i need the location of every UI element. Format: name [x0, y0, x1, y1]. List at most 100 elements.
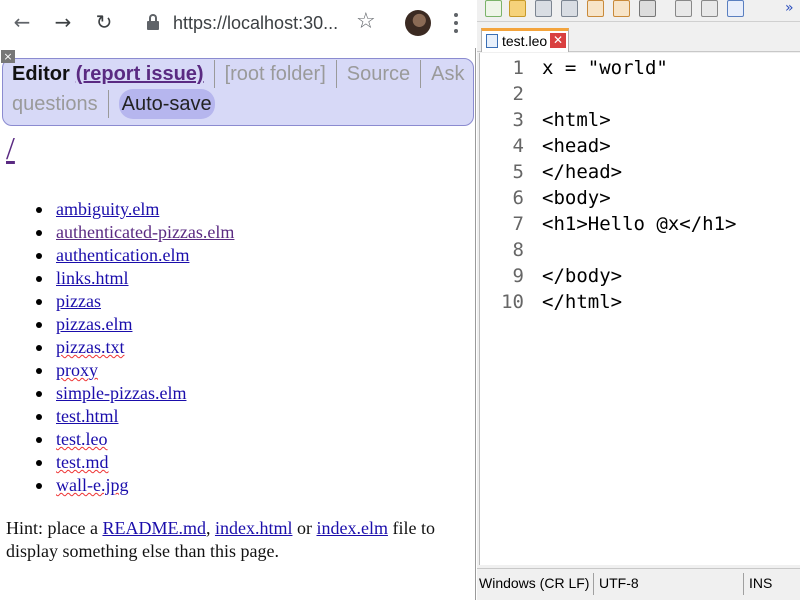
- menu-dots-icon[interactable]: [448, 10, 464, 36]
- print-icon[interactable]: [639, 0, 656, 17]
- report-issue-link[interactable]: (report issue): [76, 59, 204, 89]
- list-item: test.leo: [36, 428, 234, 451]
- index-html-link[interactable]: index.html: [215, 518, 293, 538]
- file-list: ambiguity.elm authenticated-pizzas.elm a…: [36, 198, 234, 497]
- list-item: links.html: [36, 267, 234, 290]
- line-number: 2: [512, 83, 524, 105]
- toolbar-overflow-icon[interactable]: »: [785, 0, 794, 16]
- list-item: authentication.elm: [36, 244, 234, 267]
- ask-questions-button[interactable]: Ask: [431, 59, 464, 89]
- file-link[interactable]: pizzas.elm: [56, 314, 132, 334]
- insert-mode-status[interactable]: INS: [749, 569, 772, 597]
- list-item: pizzas: [36, 290, 234, 313]
- line-number: 4: [512, 135, 524, 157]
- editor-title: Editor: [12, 63, 70, 85]
- separator: [335, 60, 337, 88]
- close-panel-icon[interactable]: ×: [1, 50, 15, 63]
- line-text: </head>: [542, 161, 623, 183]
- line-number: 5: [512, 161, 524, 183]
- tab-strip: test.leo ✕: [477, 22, 800, 52]
- separator: [213, 60, 215, 88]
- line-number: 1: [512, 57, 524, 79]
- file-link[interactable]: pizzas.txt: [56, 337, 124, 357]
- file-link[interactable]: pizzas: [56, 291, 101, 311]
- line-text: <h1>Hello @x</h1>: [542, 213, 737, 235]
- line-text: </body>: [542, 265, 623, 287]
- root-folder-button[interactable]: [root folder]: [225, 59, 326, 89]
- paste-icon[interactable]: [727, 0, 744, 17]
- code-line: 7 <h1>Hello @x</h1>: [480, 211, 800, 237]
- new-file-icon[interactable]: [485, 0, 502, 17]
- open-folder-icon[interactable]: [509, 0, 526, 17]
- file-link[interactable]: simple-pizzas.elm: [56, 383, 186, 403]
- line-number: 9: [512, 265, 524, 287]
- tab-label: test.leo: [502, 33, 548, 49]
- list-item: authenticated-pizzas.elm: [36, 221, 234, 244]
- line-number: 10: [501, 291, 524, 313]
- code-line: 8: [480, 237, 800, 263]
- list-item: ambiguity.elm: [36, 198, 234, 221]
- save-icon[interactable]: [535, 0, 552, 17]
- file-link[interactable]: proxy: [56, 360, 98, 380]
- list-item: proxy: [36, 359, 234, 382]
- file-link[interactable]: wall-e.jpg: [56, 475, 128, 495]
- file-link[interactable]: test.md: [56, 452, 109, 472]
- file-link[interactable]: links.html: [56, 268, 129, 288]
- code-line: 5 </head>: [480, 159, 800, 185]
- code-line: 1 x = "world": [480, 55, 800, 81]
- reload-icon[interactable]: ↻: [92, 10, 116, 34]
- separator: [420, 60, 422, 88]
- code-line: 2: [480, 81, 800, 107]
- line-text: </html>: [542, 291, 623, 313]
- line-endings-status[interactable]: Windows (CR LF): [479, 569, 589, 597]
- code-text-area[interactable]: 1x = "world" 2 3 <html> 4 <head> 5 </head> …: [479, 53, 800, 565]
- file-link[interactable]: test.html: [56, 406, 119, 426]
- code-line: 10 </html>: [480, 289, 800, 315]
- file-link[interactable]: test.leo: [56, 429, 108, 449]
- code-line: 3 <html>: [480, 107, 800, 133]
- code-line: 9 </body>: [480, 263, 800, 289]
- code-line: 4 <head>: [480, 133, 800, 159]
- separator: [107, 90, 109, 118]
- editor-toolbar: Editor (report issue) [root folder] Sour…: [2, 58, 474, 126]
- save-all-icon[interactable]: [561, 0, 578, 17]
- file-link[interactable]: ambiguity.elm: [56, 199, 159, 219]
- status-bar: Windows (CR LF) UTF-8 INS: [477, 568, 800, 598]
- close-file-icon[interactable]: [587, 0, 604, 17]
- line-text: <body>: [542, 187, 611, 209]
- close-all-icon[interactable]: [613, 0, 630, 17]
- list-item: test.html: [36, 405, 234, 428]
- forward-arrow-icon[interactable]: →: [51, 10, 75, 34]
- file-link[interactable]: authenticated-pizzas.elm: [56, 222, 234, 242]
- code-editor-window: » test.leo ✕ 1 x = "world" 2 3 <html> 4 <he…: [477, 0, 800, 600]
- back-arrow-icon[interactable]: ←: [10, 10, 34, 34]
- readme-link[interactable]: README.md: [102, 518, 206, 538]
- file-icon: [486, 34, 498, 48]
- line-number: 3: [512, 109, 524, 131]
- code-line: 6 <body>: [480, 185, 800, 211]
- divider: [593, 573, 594, 595]
- copy-icon[interactable]: [701, 0, 718, 17]
- ask-questions-button-cont[interactable]: questions: [12, 89, 98, 119]
- page-title-link[interactable]: /: [6, 128, 15, 168]
- tab-test-leo[interactable]: test.leo ✕: [481, 28, 569, 52]
- file-link[interactable]: authentication.elm: [56, 245, 189, 265]
- close-icon[interactable]: ✕: [550, 33, 566, 48]
- lock-icon[interactable]: [146, 14, 160, 32]
- list-item: pizzas.elm: [36, 313, 234, 336]
- address-bar[interactable]: https://localhost:30...: [173, 13, 338, 34]
- cut-icon[interactable]: [675, 0, 692, 17]
- line-number: 6: [512, 187, 524, 209]
- list-item: test.md: [36, 451, 234, 474]
- line-text: x = "world": [542, 57, 668, 79]
- encoding-status[interactable]: UTF-8: [599, 569, 639, 597]
- index-elm-link[interactable]: index.elm: [316, 518, 387, 538]
- source-button[interactable]: Source: [347, 59, 410, 89]
- auto-save-toggle[interactable]: Auto-save: [118, 89, 215, 119]
- line-number: 8: [512, 239, 524, 261]
- line-text: <html>: [542, 109, 611, 131]
- line-number: 7: [512, 213, 524, 235]
- star-icon[interactable]: ☆: [356, 10, 376, 34]
- browser-toolbar: ← → ↻ https://localhost:30... ☆: [0, 0, 476, 48]
- avatar[interactable]: [405, 10, 431, 36]
